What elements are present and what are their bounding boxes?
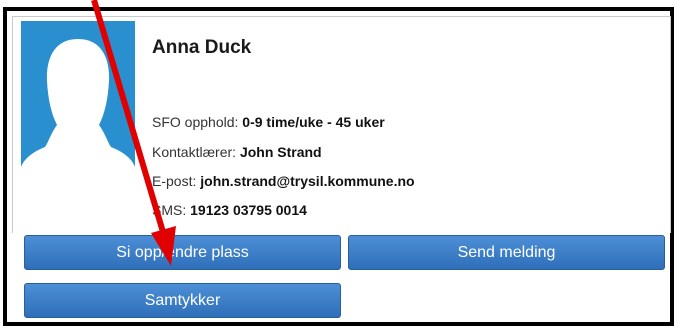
stay-info: SFO opphold: 0-9 time/uke - 45 uker [152,114,385,130]
email-label: E-post: [152,173,197,189]
sms-label: SMS: [152,202,187,218]
teacher-label: Kontaktlærer: [152,144,237,160]
teacher-info: Kontaktlærer: John Strand [152,144,322,160]
teacher-value: John Strand [239,144,322,160]
student-name: Anna Duck [152,37,252,58]
avatar [21,21,135,205]
email-value[interactable]: john.strand@trysil.kommune.no [200,173,414,189]
cancel-change-placement-button[interactable]: Si opp/endre plass [24,235,341,270]
send-message-button[interactable]: Send melding [348,235,665,270]
person-silhouette-icon [21,39,135,205]
sms-value: 19123 03795 0014 [190,202,307,218]
stay-label: SFO opphold: [152,114,239,130]
consent-button[interactable]: Samtykker [24,283,341,318]
sms-info: SMS: 19123 03795 0014 [152,202,307,218]
email-info: E-post: john.strand@trysil.kommune.no [152,173,415,189]
stay-value: 0-9 time/uke - 45 uker [242,114,385,130]
